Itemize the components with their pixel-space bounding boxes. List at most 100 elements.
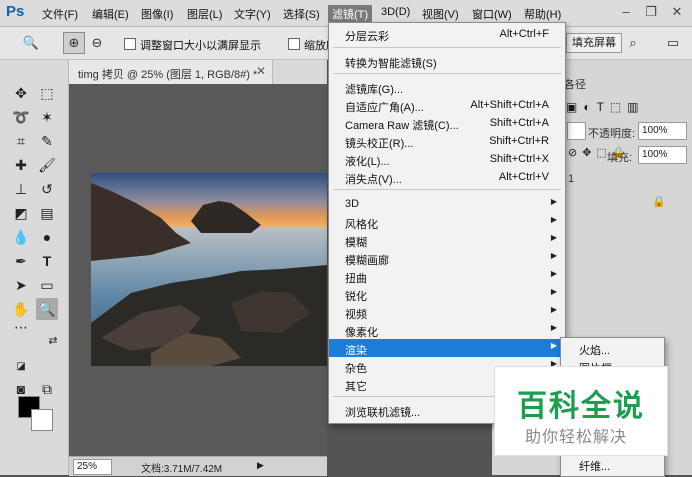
watermark-title: 百科全说 [517, 390, 645, 423]
menu-item-render[interactable]: 渲染 ▶ [329, 339, 565, 357]
zoom-tool-preset-icon[interactable]: 🔍 [20, 32, 42, 54]
tools-panel: ✥ ⬚ ➰ ✶ ⌗ ✎ ✚ 🖌 ⊥ ↺ ◩ ▤ 💧 ● ✒ T ➤ ▭ ✋ 🔍 … [0, 60, 69, 475]
magic-wand-icon[interactable]: ✶ [36, 106, 58, 128]
opacity-label: 不透明度: [588, 128, 636, 140]
submenu-arrow-icon: ▶ [550, 323, 557, 332]
zoom-out-icon[interactable]: ⊖ [86, 32, 108, 54]
path-selection-icon[interactable]: ➤ [10, 274, 32, 296]
default-colors-icon[interactable]: ◪ [10, 356, 32, 378]
healing-brush-icon[interactable]: ✚ [10, 154, 32, 176]
watermark: 百科全说 助你轻松解决 [494, 366, 668, 456]
marquee-tool-icon[interactable]: ⬚ [36, 82, 58, 104]
fill-field[interactable]: 100% [638, 146, 687, 164]
submenu-arrow-icon: ▶ [550, 287, 557, 296]
menu-item-camera-raw[interactable]: Camera Raw 滤镜(C)... Shift+Ctrl+A [329, 114, 565, 132]
menu-select[interactable]: 选择(S) [283, 6, 320, 22]
menu-item-stylize[interactable]: 风格化 ▶ [329, 213, 565, 231]
submenu-arrow-icon: ▶ [550, 197, 557, 206]
search-icon[interactable]: ⌕ [622, 32, 644, 54]
layer-lock-icon: 🔒 [652, 196, 666, 208]
menu-item-clouds[interactable]: 分层云彩 Alt+Ctrl+F [329, 25, 565, 43]
status-arrow-icon[interactable]: ▶ [257, 460, 264, 471]
menu-item-pixelate[interactable]: 像素化 ▶ [329, 321, 565, 339]
menu-item-filter-gallery[interactable]: 滤镜库(G)... [329, 78, 565, 96]
document-tab[interactable]: timg 拷贝 @ 25% (图层 1, RGB/8#) * ✕ [69, 60, 273, 84]
photoshop-logo: Ps [6, 3, 25, 20]
menu-window[interactable]: 窗口(W) [472, 6, 512, 22]
resize-windows-checkbox[interactable] [124, 38, 136, 50]
status-bar: 25% 文档:3.71M/7.42M ▶ [69, 456, 327, 476]
history-brush-icon[interactable]: ↺ [36, 178, 58, 200]
menu-3d[interactable]: 3D(D) [381, 6, 410, 18]
eraser-tool-icon[interactable]: ◩ [10, 202, 32, 224]
rectangle-tool-icon[interactable]: ▭ [36, 274, 58, 296]
document-title: timg 拷贝 @ 25% (图层 1, RGB/8#) * [78, 69, 258, 81]
menu-item-convert-smart-filter[interactable]: 转换为智能滤镜(S) [329, 52, 565, 70]
close-tab-icon[interactable]: ✕ [256, 64, 266, 78]
resize-windows-label: 调整窗口大小以满屏显示 [140, 40, 261, 52]
menu-layer[interactable]: 图层(L) [187, 6, 222, 22]
menu-item-liquify[interactable]: 液化(L)... Shift+Ctrl+X [329, 150, 565, 168]
lasso-tool-icon[interactable]: ➰ [10, 106, 32, 128]
menu-separator [333, 189, 561, 190]
type-tool-icon[interactable]: T [36, 250, 58, 272]
submenu-item-fibers[interactable]: 纤维... [579, 458, 610, 474]
screen-mode-icon[interactable]: ⧉ [36, 378, 58, 400]
fill-screen-button[interactable]: 填充屏幕 [566, 33, 622, 53]
layer-name[interactable]: 1 [568, 173, 574, 185]
zoom-tool-icon[interactable]: 🔍 [36, 298, 58, 320]
pen-tool-icon[interactable]: ✒ [10, 250, 32, 272]
menu-item-video[interactable]: 视频 ▶ [329, 303, 565, 321]
fill-label: 填充: [607, 152, 633, 164]
submenu-arrow-icon: ▶ [550, 269, 557, 278]
background-color-swatch[interactable] [31, 409, 53, 431]
menu-edit[interactable]: 编辑(E) [92, 6, 129, 22]
submenu-arrow-icon: ▶ [550, 251, 557, 260]
close-window-icon[interactable]: ✕ [668, 3, 686, 21]
menu-separator [333, 47, 561, 48]
menu-item-lens-correction[interactable]: 镜头校正(R)... Shift+Ctrl+R [329, 132, 565, 150]
submenu-arrow-icon: ▶ [550, 305, 557, 314]
workspace-icon[interactable]: ▭ [662, 32, 684, 54]
submenu-item-flame[interactable]: 火焰... [579, 342, 610, 358]
menu-item-sharpen[interactable]: 锐化 ▶ [329, 285, 565, 303]
menu-item-blur[interactable]: 模糊 ▶ [329, 231, 565, 249]
paths-tab[interactable]: 各径 [564, 76, 586, 92]
zoom-all-checkbox[interactable] [288, 38, 300, 50]
blur-tool-icon[interactable]: 💧 [10, 226, 32, 248]
crop-tool-icon[interactable]: ⌗ [10, 130, 32, 152]
menu-item-adaptive-wide-angle[interactable]: 自适应广角(A)... Alt+Shift+Ctrl+A [329, 96, 565, 114]
submenu-arrow-icon: ▶ [550, 233, 557, 242]
gradient-tool-icon[interactable]: ▤ [36, 202, 58, 224]
menu-help[interactable]: 帮助(H) [524, 6, 561, 22]
eyedropper-icon[interactable]: ✎ [36, 130, 58, 152]
opacity-field[interactable]: 100% [638, 122, 687, 140]
edit-toolbar-icon[interactable]: ⋯ [10, 316, 32, 338]
menu-item-distort[interactable]: 扭曲 ▶ [329, 267, 565, 285]
brush-tool-icon[interactable]: 🖌 [36, 154, 58, 176]
restore-icon[interactable]: ❐ [642, 3, 660, 21]
menu-image[interactable]: 图像(I) [141, 6, 173, 22]
dodge-tool-icon[interactable]: ● [36, 226, 58, 248]
menu-item-blur-gallery[interactable]: 模糊画廊 ▶ [329, 249, 565, 267]
minimize-icon[interactable]: – [617, 3, 635, 21]
menu-filter[interactable]: 滤镜(T) [328, 5, 373, 23]
menu-item-3d[interactable]: 3D ▶ [329, 195, 565, 213]
zoom-in-icon[interactable]: ⊕ [63, 32, 85, 54]
blend-mode-select[interactable] [567, 122, 586, 140]
document-size-info[interactable]: 文档:3.71M/7.42M [141, 460, 222, 475]
menu-separator [333, 73, 561, 74]
filter-menu: 分层云彩 Alt+Ctrl+F 转换为智能滤镜(S) 滤镜库(G)... 自适应… [328, 22, 566, 424]
submenu-arrow-icon: ▶ [550, 215, 557, 224]
quick-mask-icon[interactable]: ◙ [10, 378, 32, 400]
menu-type[interactable]: 文字(Y) [234, 6, 271, 22]
clone-stamp-icon[interactable]: ⊥ [10, 178, 32, 200]
menu-item-vanishing-point[interactable]: 消失点(V)... Alt+Ctrl+V [329, 168, 565, 186]
menu-file[interactable]: 文件(F) [42, 6, 78, 22]
zoom-level-field[interactable]: 25% [73, 459, 112, 475]
move-tool-icon[interactable]: ✥ [10, 82, 32, 104]
swap-colors-icon[interactable]: ⇄ [42, 330, 64, 352]
watermark-subtitle: 助你轻松解决 [525, 429, 628, 446]
menu-view[interactable]: 视图(V) [422, 6, 459, 22]
layer-filter-icons[interactable]: ▣◐T⬚▥ [566, 100, 645, 114]
